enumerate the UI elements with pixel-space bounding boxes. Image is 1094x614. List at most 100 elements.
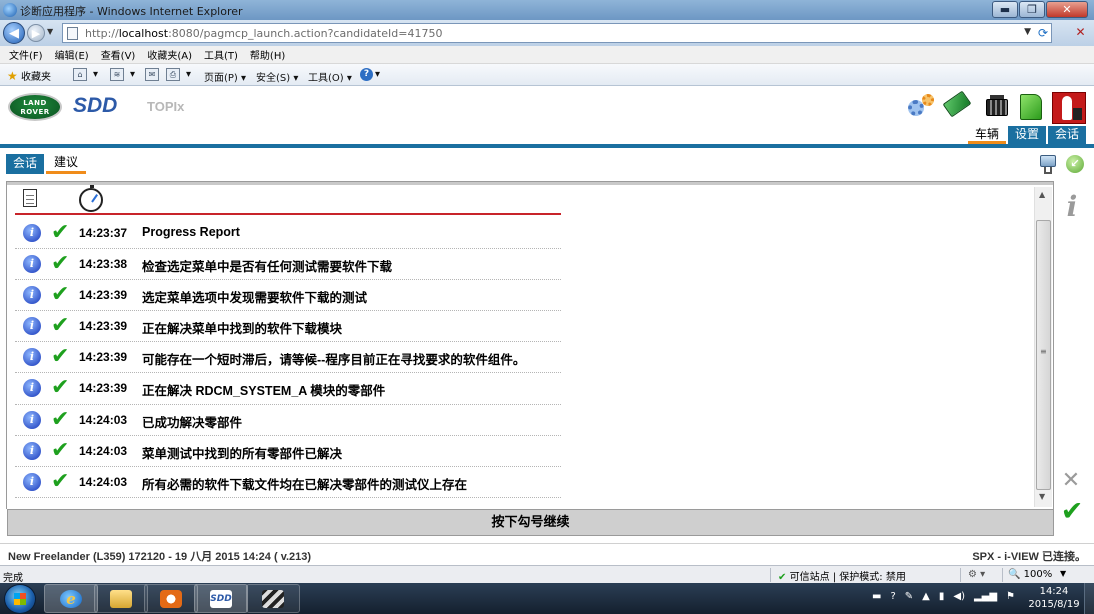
taskbar-explorer[interactable]	[94, 584, 148, 613]
back-button[interactable]: ◀	[3, 22, 25, 44]
feeds-dropdown-icon[interactable]: ▾	[130, 69, 135, 80]
help-tray-icon[interactable]: ?	[890, 591, 895, 602]
show-desktop-button[interactable]	[1084, 583, 1094, 614]
log-scrollbar[interactable]: ▲ ≡ ▼	[1034, 187, 1052, 507]
connection-status: SPX - i-VIEW 已连接。	[972, 551, 1086, 563]
fuel-can-icon[interactable]	[1016, 92, 1046, 120]
volume-icon[interactable]: ◀)	[953, 591, 965, 602]
info-icon[interactable]: i	[23, 410, 41, 429]
safety-menu[interactable]: 安全(S) ▾	[256, 69, 298, 84]
windows-logo-icon	[14, 593, 26, 605]
taskbar-clock[interactable]: 14:24 2015/8/19	[1028, 585, 1080, 611]
tab-session[interactable]: 会话	[1047, 126, 1086, 144]
battery-icon[interactable]	[984, 92, 1014, 120]
info-icon[interactable]: i	[23, 472, 41, 491]
log-message: 检查选定菜单中是否有任何测试需要软件下载	[142, 260, 393, 275]
camera-icon[interactable]	[1038, 151, 1062, 175]
history-dropdown-icon[interactable]: ▼	[47, 27, 53, 36]
start-button[interactable]	[4, 584, 36, 614]
tab-vehicle[interactable]: 车辆	[967, 126, 1006, 144]
power-icon[interactable]: ▮	[939, 591, 945, 602]
home-dropdown-icon[interactable]: ▾	[93, 69, 98, 80]
taskbar-sdd[interactable]: SDD	[194, 584, 248, 613]
info-icon[interactable]: i	[23, 379, 41, 398]
log-row: i ✔ 14:23:39 正在解决菜单中找到的软件下载模块	[15, 311, 561, 343]
check-icon: ✔	[51, 282, 70, 308]
zoom-dropdown-icon[interactable]: ▼	[1060, 569, 1066, 578]
scroll-down-icon[interactable]: ▼	[1039, 492, 1045, 501]
url-text[interactable]: http://localhost:8080/pagmcp_launch.acti…	[85, 27, 442, 40]
tools-menu[interactable]: 工具(O) ▾	[308, 69, 352, 84]
menu-favorites[interactable]: 收藏夹(A)	[147, 47, 192, 62]
log-time: 14:24:03	[79, 443, 128, 458]
log-row: i ✔ 14:23:38 检查选定菜单中是否有任何测试需要软件下载	[15, 249, 561, 281]
url-dropdown-icon[interactable]: ▼	[1024, 27, 1031, 37]
info-icon[interactable]: i	[23, 348, 41, 367]
zoom-level[interactable]: 🔍 100%	[1008, 569, 1052, 580]
forward-button[interactable]: ▶	[27, 24, 45, 42]
log-message: Progress Report	[142, 225, 240, 239]
subtab-session[interactable]: 会话	[6, 154, 45, 174]
log-message: 正在解决菜单中找到的软件下载模块	[142, 322, 343, 337]
taskbar-video[interactable]	[246, 584, 300, 613]
security-zone[interactable]: ✔ 可信站点 | 保护模式: 禁用	[778, 568, 906, 583]
keyboard-icon[interactable]: ▬	[872, 591, 881, 602]
show-hidden-icon[interactable]: ▲	[922, 591, 930, 602]
scroll-up-icon[interactable]: ▲	[1039, 190, 1045, 199]
top-tabs: 车辆 设置 会话	[967, 126, 1086, 144]
log-row: i ✔ 14:23:37 Progress Report	[15, 218, 561, 250]
info-icon[interactable]: i	[23, 224, 41, 242]
stopwatch-icon	[79, 185, 103, 212]
print-icon[interactable]: ⎙	[166, 68, 180, 81]
toolkit-icon[interactable]	[1052, 92, 1086, 124]
progress-log-panel: i ✔ 14:23:37 Progress Report i ✔ 14:23:38 检查选定菜…	[6, 181, 1054, 509]
cancel-x-icon[interactable]: ✕	[1060, 469, 1082, 493]
mail-icon[interactable]: ✉	[145, 68, 159, 81]
page-menu[interactable]: 页面(P) ▾	[204, 69, 246, 84]
print-dropdown-icon[interactable]: ▾	[186, 69, 191, 80]
tab-settings[interactable]: 设置	[1007, 126, 1046, 144]
windows-taskbar: e SDD ▬ ? ✎ ▲ ▮ ◀) ▂▄▆ ⚑ 14:24 2015/8/19	[0, 583, 1094, 614]
menu-help[interactable]: 帮助(H)	[250, 47, 285, 62]
subtab-recommendation[interactable]: 建议	[46, 154, 87, 174]
taskbar-ie[interactable]: e	[44, 584, 98, 613]
stop-icon[interactable]: ✕	[1072, 25, 1089, 41]
info-icon[interactable]: i	[23, 286, 41, 305]
next-arrow-icon[interactable]: ↙	[1066, 155, 1084, 173]
page-tools-icon[interactable]: ⚙ ▾	[968, 569, 985, 580]
settings-gears-icon[interactable]	[906, 92, 936, 120]
status-separator	[960, 568, 961, 582]
vci-connector-icon[interactable]	[942, 90, 972, 120]
favorites-button[interactable]: ★ 收藏夹	[7, 68, 51, 83]
info-icon[interactable]: i	[23, 317, 41, 336]
maximize-button[interactable]: ❐	[1019, 1, 1045, 18]
menu-edit[interactable]: 编辑(E)	[55, 47, 89, 62]
command-bar: ★ 收藏夹 ⌂ ▾ ≋ ▾ ✉ ⎙ ▾ 页面(P) ▾ 安全(S) ▾ 工具(O…	[0, 64, 1094, 86]
feeds-icon[interactable]: ≋	[110, 68, 124, 81]
log-time: 14:23:39	[79, 350, 128, 365]
help-dropdown-icon[interactable]: ▾	[375, 69, 380, 80]
header-divider	[0, 144, 1094, 148]
menu-bar: 文件(F) 编辑(E) 查看(V) 收藏夹(A) 工具(T) 帮助(H)	[0, 46, 1094, 64]
check-icon: ✔	[51, 251, 70, 277]
menu-file[interactable]: 文件(F)	[9, 47, 43, 62]
info-icon[interactable]: i	[23, 441, 41, 460]
info-icon[interactable]: i	[23, 255, 41, 274]
status-separator	[770, 568, 771, 582]
network-icon[interactable]: ▂▄▆	[974, 591, 997, 602]
close-button[interactable]: ✕	[1046, 1, 1088, 18]
taskbar-media[interactable]	[144, 584, 198, 613]
help-icon[interactable]: ?	[360, 68, 373, 81]
flag-icon[interactable]: ⚑	[1006, 591, 1015, 602]
home-icon[interactable]: ⌂	[73, 68, 87, 81]
window-title: 诊断应用程序 - Windows Internet Explorer	[20, 5, 243, 18]
menu-view[interactable]: 查看(V)	[101, 47, 136, 62]
refresh-icon[interactable]: ⟳	[1038, 26, 1048, 40]
clock-time: 14:24	[1039, 586, 1069, 597]
info-side-icon[interactable]: i	[1062, 193, 1082, 221]
sub-tabs: 会话 建议	[6, 154, 87, 174]
url-field[interactable]: http://localhost:8080/pagmcp_launch.acti…	[62, 23, 1052, 43]
menu-tools[interactable]: 工具(T)	[204, 47, 238, 62]
minimize-button[interactable]: ▬	[992, 1, 1018, 18]
pen-icon[interactable]: ✎	[905, 591, 913, 602]
